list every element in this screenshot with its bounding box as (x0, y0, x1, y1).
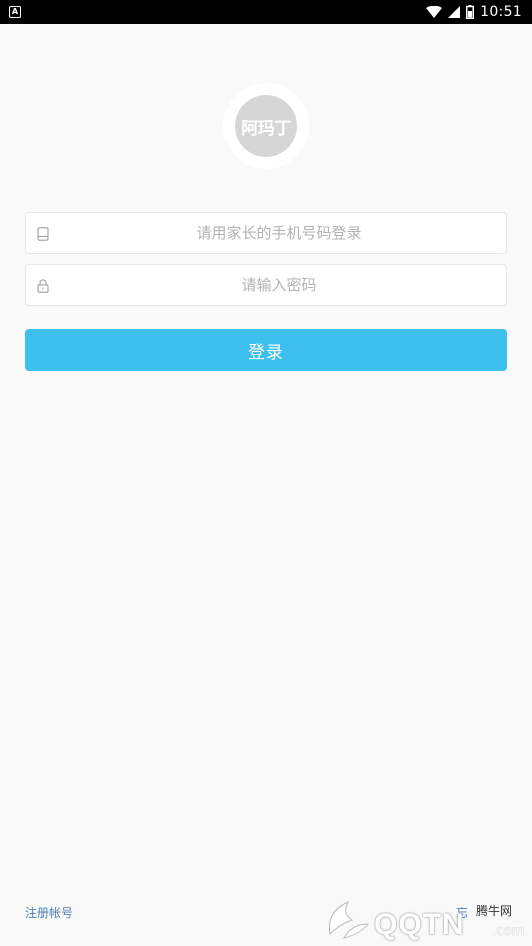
app-logo: 阿玛丁 (223, 83, 309, 169)
app-logo-text: 阿玛丁 (235, 95, 297, 157)
battery-icon (466, 5, 475, 19)
wifi-icon (426, 6, 443, 18)
forgot-password-link[interactable]: 忘 (456, 904, 468, 921)
status-bar: A 10:51 (0, 0, 532, 24)
watermark-logo-text: QQTN (374, 908, 465, 941)
app-notification-icon: A (9, 6, 21, 18)
status-time: 10:51 (480, 4, 522, 20)
lock-icon (37, 279, 49, 293)
site-watermark: QQTN 腾牛网 .com (322, 892, 532, 946)
watermark-site-name: 腾牛网 (475, 904, 512, 918)
status-icons: 10:51 (426, 0, 522, 24)
phone-input[interactable] (62, 213, 496, 253)
phone-icon (37, 227, 49, 241)
password-field (25, 264, 507, 306)
register-account-link[interactable]: 注册帐号 (25, 904, 73, 921)
watermark-domain: .com (492, 924, 524, 939)
password-input[interactable] (62, 265, 496, 305)
signal-icon (448, 6, 461, 18)
watermark-emblem-icon (328, 900, 370, 939)
login-button[interactable]: 登录 (25, 329, 507, 371)
phone-field (25, 212, 507, 254)
